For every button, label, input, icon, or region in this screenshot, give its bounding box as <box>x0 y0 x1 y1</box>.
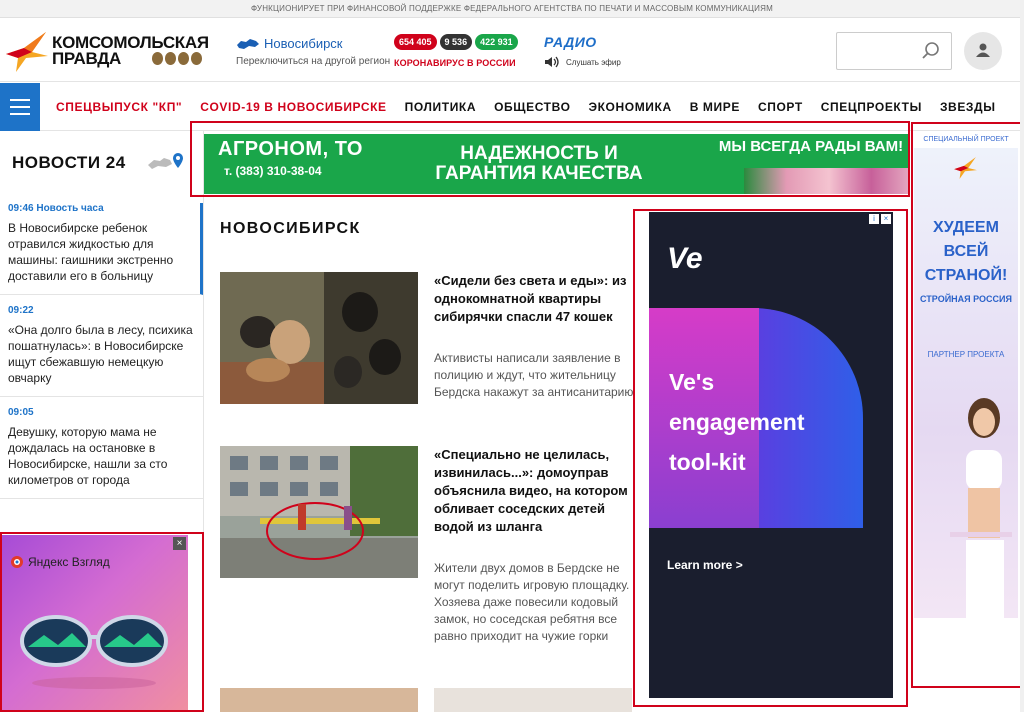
nav-item[interactable]: ПОЛИТИКА <box>405 100 476 114</box>
feed-time: 09:05 <box>8 407 34 418</box>
highlight-box <box>911 122 1022 688</box>
nav-item[interactable]: СПОРТ <box>758 100 803 114</box>
city-name[interactable]: Новосибирск <box>264 36 343 51</box>
nav-item[interactable]: СПЕЦПРОЕКТЫ <box>821 100 922 114</box>
user-account-button[interactable] <box>964 32 1002 70</box>
listen-live-label[interactable]: Слушать эфир <box>566 58 621 67</box>
search-icon[interactable] <box>921 41 941 61</box>
article-desc: Жители двух домов в Бердске не могут под… <box>434 561 630 643</box>
highlight-box <box>0 532 204 712</box>
feed-time: 09:46 Новость часа <box>8 203 104 214</box>
speaker-icon[interactable] <box>544 56 560 68</box>
radio-title: РАДИО <box>544 34 597 50</box>
logo-line-2: ПРАВДА <box>52 49 121 68</box>
menu-icon[interactable] <box>0 83 40 131</box>
highlight-box <box>190 121 910 197</box>
region-selector[interactable]: Новосибирск Переключиться на другой реги… <box>236 36 390 67</box>
covid-widget[interactable]: 654 405 9 536 422 931 КОРОНАВИРУС В РОССИИ <box>394 34 520 68</box>
switch-region-link[interactable]: Переключиться на другой регион <box>236 56 390 67</box>
feed-item[interactable]: 09:22 «Она долго была в лесу, психика пош… <box>0 295 203 397</box>
cats-photo[interactable] <box>220 272 418 404</box>
article-title[interactable]: «Специально не целилась, извинилась...»:… <box>434 446 634 536</box>
search-input[interactable] <box>836 32 952 70</box>
site-header: КОМСОМОЛЬСКАЯ ПРАВДА Новосибирск Переклю… <box>0 18 1024 82</box>
article-card[interactable]: «Специально не целилась, извинилась...»:… <box>220 446 635 666</box>
covid-badge[interactable]: 9 536 <box>439 34 473 50</box>
feed-item[interactable]: 09:05 Девушку, которую мама не дождалась … <box>0 397 203 499</box>
article-desc: Активисты написали заявление в полицию и… <box>434 351 634 399</box>
nav-item[interactable]: ОБЩЕСТВО <box>494 100 570 114</box>
nav-item[interactable]: ЭКОНОМИКА <box>589 100 672 114</box>
nav-item[interactable]: COVID-19 В НОВОСИБИРСКЕ <box>200 100 386 114</box>
highlight-box <box>633 209 908 707</box>
section-title[interactable]: НОВОСИБИРСК <box>220 220 361 238</box>
nav-item[interactable]: В МИРЕ <box>690 100 740 114</box>
russia-map-icon <box>237 38 259 49</box>
covid-badge[interactable]: 654 405 <box>394 34 437 50</box>
location-pin-icon <box>148 153 183 169</box>
covid-badges: 654 405 9 536 422 931 <box>394 34 520 50</box>
article-title[interactable]: «Сидели без света и еды»: из однокомнатн… <box>434 272 634 326</box>
article-image-partial[interactable] <box>220 688 418 712</box>
feed-headline[interactable]: В Новосибирске ребенок отравился жидкост… <box>8 220 190 294</box>
feed-item[interactable]: 09:46 Новость часа В Новосибирске ребенок… <box>0 203 203 295</box>
feed-headline[interactable]: «Она долго была в лесу, психика пошатнул… <box>8 322 193 396</box>
news-feed: 09:46 Новость часа В Новосибирске ребенок… <box>0 203 203 499</box>
swallow-logo-icon <box>6 32 48 72</box>
covid-badge[interactable]: 422 931 <box>475 34 518 50</box>
user-icon <box>976 43 990 57</box>
feed-time: 09:22 <box>8 305 34 316</box>
article-image-partial[interactable] <box>434 688 632 712</box>
site-logo[interactable]: КОМСОМОЛЬСКАЯ ПРАВДА <box>2 30 222 74</box>
federal-support-strip: ФУНКЦИОНИРУЕТ ПРИ ФИНАНСОВОЙ ПОДДЕРЖКЕ Ф… <box>0 0 1024 18</box>
yard-video-photo[interactable] <box>220 446 418 578</box>
radio-widget[interactable]: РАДИО Слушать эфир <box>544 34 621 68</box>
nav-item[interactable]: СПЕЦВЫПУСК "КП" <box>56 100 182 114</box>
covid-label[interactable]: КОРОНАВИРУС В РОССИИ <box>394 58 520 68</box>
feed-headline[interactable]: Девушку, которую мама не дождалась на ос… <box>8 424 193 498</box>
scrollbar[interactable] <box>1020 0 1024 712</box>
nav-item[interactable]: ЗВЕЗДЫ <box>940 100 996 114</box>
news24-title[interactable]: НОВОСТИ 24 <box>12 153 126 173</box>
article-card[interactable]: «Сидели без света и еды»: из однокомнатн… <box>220 272 635 422</box>
logo-medals <box>152 52 202 65</box>
